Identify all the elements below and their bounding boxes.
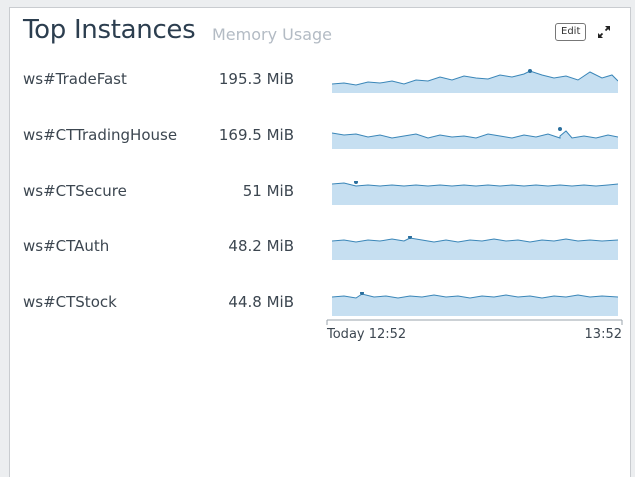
instance-name: ws#TradeFast (23, 70, 127, 88)
time-axis: Today 12:52 13:52 (10, 319, 632, 347)
instance-row[interactable]: ws#CTTradingHouse 169.5 MiB (10, 125, 632, 165)
instance-row[interactable]: ws#CTSecure 51 MiB (10, 181, 632, 221)
instance-memory-value: 195.3 MiB (218, 70, 294, 88)
instance-row[interactable]: ws#TradeFast 195.3 MiB (10, 69, 632, 109)
expand-icon[interactable] (596, 24, 612, 40)
memory-sparkline (332, 292, 618, 316)
time-axis-start-label: Today 12:52 (327, 327, 407, 342)
instance-name: ws#CTTradingHouse (23, 126, 178, 144)
instance-memory-value: 51 MiB (242, 182, 294, 200)
instance-name: ws#CTSecure (23, 182, 127, 200)
widget-title: Top Instances (23, 15, 196, 45)
instance-row[interactable]: ws#CTAuth 48.2 MiB (10, 236, 632, 276)
instance-name: ws#CTStock (23, 293, 117, 311)
edit-button[interactable]: Edit (555, 23, 587, 41)
memory-sparkline (332, 181, 618, 205)
instance-memory-value: 48.2 MiB (228, 237, 294, 255)
time-axis-line (326, 319, 623, 325)
memory-sparkline (332, 127, 618, 149)
instance-name: ws#CTAuth (23, 237, 110, 255)
time-axis-end-label: 13:52 (584, 327, 622, 342)
top-instances-widget: Top Instances Memory Usage Edit ws#Trade… (9, 7, 631, 477)
memory-sparkline (332, 69, 618, 93)
widget-subtitle: Memory Usage (212, 25, 333, 44)
instance-memory-value: 169.5 MiB (218, 126, 294, 144)
instance-memory-value: 44.8 MiB (228, 293, 294, 311)
memory-sparkline (332, 236, 618, 260)
